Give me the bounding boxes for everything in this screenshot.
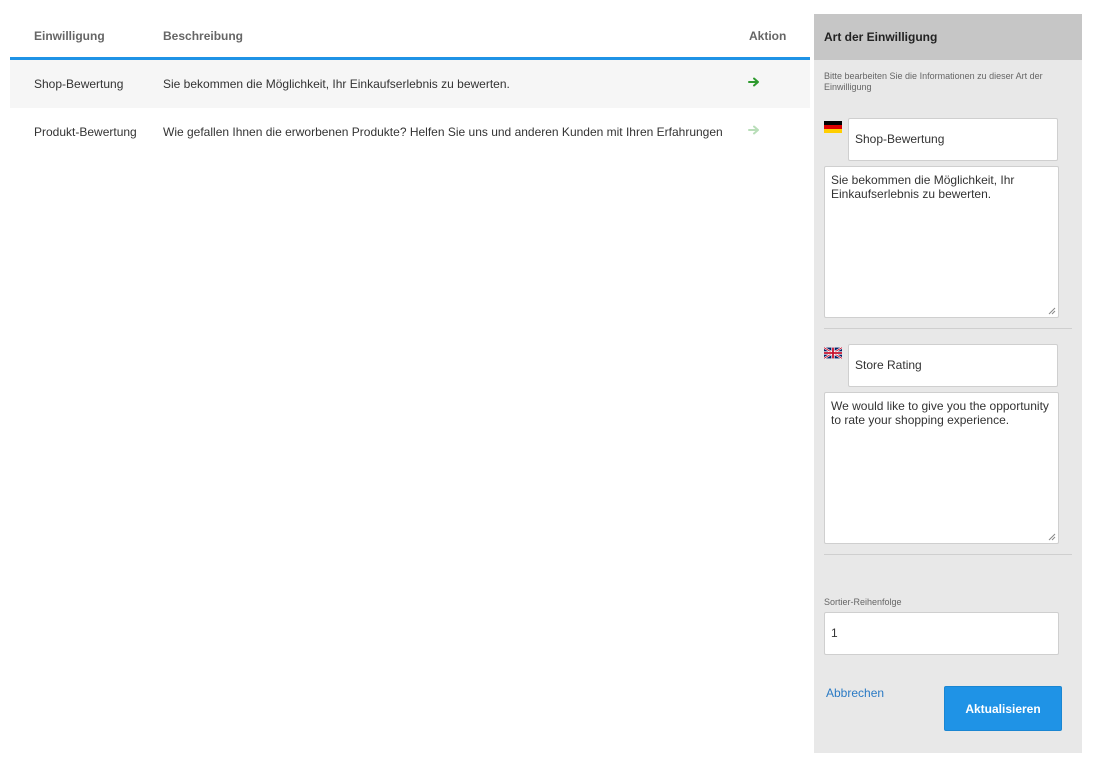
update-button[interactable]: Aktualisieren	[944, 686, 1062, 731]
consent-description: Wie gefallen Ihnen die erworbenen Produk…	[163, 125, 723, 139]
arrow-right-icon[interactable]	[748, 76, 760, 88]
resize-handle-icon[interactable]	[1048, 533, 1056, 541]
consent-name: Produkt-Bewertung	[34, 125, 137, 139]
edit-panel: Art der Einwilligung Bitte bearbeiten Si…	[814, 14, 1082, 753]
table-row[interactable]: Shop-Bewertung Sie bekommen die Möglichk…	[10, 60, 810, 108]
table-row[interactable]: Produkt-Bewertung Wie gefallen Ihnen die…	[10, 108, 810, 156]
german-description-textarea[interactable]: Sie bekommen die Möglichkeit, Ihr Einkau…	[824, 166, 1059, 318]
arrow-right-icon[interactable]	[748, 124, 760, 136]
column-header-description: Beschreibung	[163, 29, 244, 43]
divider	[824, 554, 1072, 555]
english-description-text: We would like to give you the opportunit…	[831, 399, 1049, 427]
resize-handle-icon[interactable]	[1048, 307, 1056, 315]
panel-title: Art der Einwilligung	[814, 14, 1082, 60]
english-title-input[interactable]: Store Rating	[848, 344, 1058, 387]
consent-name: Shop-Bewertung	[34, 77, 124, 91]
column-header-action: Aktion	[749, 29, 787, 43]
german-description-text: Sie bekommen die Möglichkeit, Ihr Einkau…	[831, 173, 1015, 201]
english-description-textarea[interactable]: We would like to give you the opportunit…	[824, 392, 1059, 544]
column-header-consent: Einwilligung	[34, 29, 105, 43]
divider	[824, 328, 1072, 329]
de-flag-icon	[824, 121, 842, 133]
cancel-link[interactable]: Abbrechen	[826, 686, 884, 700]
gb-flag-icon	[824, 347, 842, 359]
panel-instructions: Bitte bearbeiten Sie die Informationen z…	[824, 71, 1043, 92]
sort-order-label: Sortier-Reihenfolge	[824, 597, 902, 607]
table-header: Einwilligung Beschreibung Aktion	[10, 14, 810, 60]
consent-table: Einwilligung Beschreibung Aktion Shop-Be…	[10, 14, 810, 156]
consent-types-page: Einwilligung Beschreibung Aktion Shop-Be…	[0, 0, 1098, 765]
german-title-input[interactable]: Shop-Bewertung	[848, 118, 1058, 161]
consent-description: Sie bekommen die Möglichkeit, Ihr Einkau…	[163, 77, 510, 91]
sort-order-input[interactable]: 1	[824, 612, 1059, 655]
